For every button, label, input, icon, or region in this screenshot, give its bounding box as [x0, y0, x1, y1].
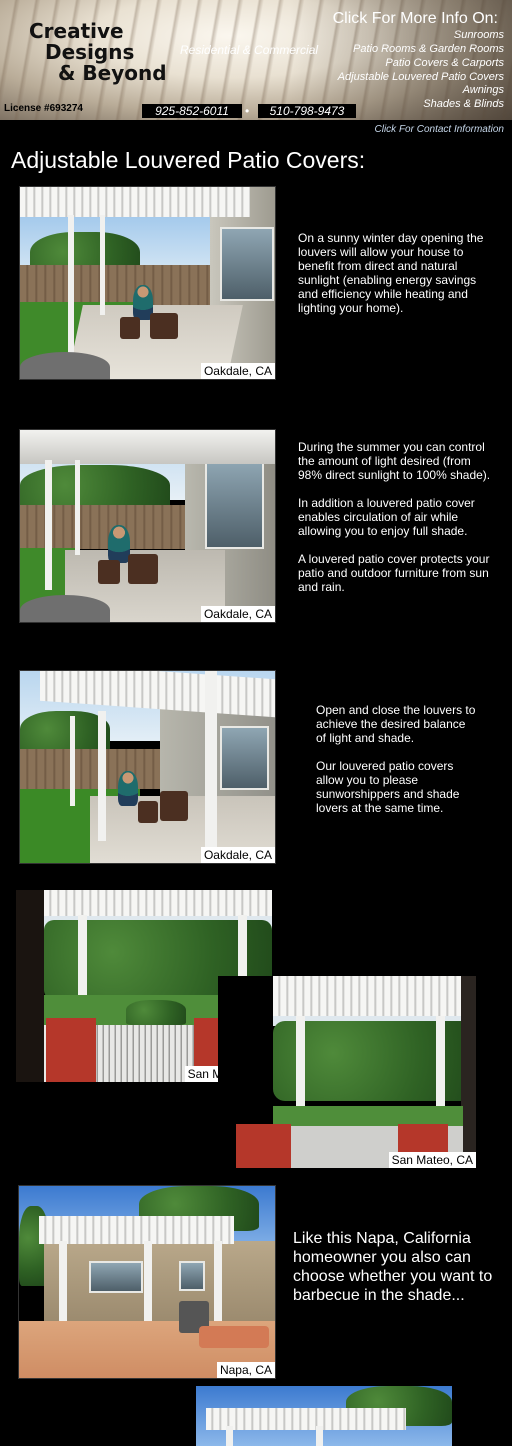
patio-photo-7 — [196, 1386, 452, 1446]
photo-caption: San Mateo, CA — [388, 1152, 476, 1168]
link-patio-covers[interactable]: Patio Covers & Carports — [385, 57, 504, 69]
photo-caption: Oakdale, CA — [200, 847, 275, 863]
patio-photo-1: Oakdale, CA — [19, 186, 276, 380]
section-3-paragraph-1: Open and close the louvers to achieve th… — [316, 703, 476, 745]
photo-caption: Napa, CA — [216, 1362, 275, 1378]
logo-line-2[interactable]: Designs — [45, 42, 134, 62]
link-shades-blinds[interactable]: Shades & Blinds — [423, 98, 504, 110]
patio-photo-3: Oakdale, CA — [19, 670, 276, 864]
tagline: Residential & Commercial — [180, 43, 319, 57]
phone-number-2[interactable]: 510-798-9473 — [258, 104, 356, 118]
section-1-text: On a sunny winter day opening the louver… — [298, 231, 490, 329]
logo-line-1[interactable]: Creative — [29, 21, 124, 41]
phone-number-1[interactable]: 925-852-6011 — [142, 104, 242, 118]
patio-photo-6: Napa, CA — [18, 1185, 276, 1379]
page-title: Adjustable Louvered Patio Covers: — [11, 147, 366, 173]
patio-photo-2: Oakdale, CA — [19, 429, 276, 623]
section-2-paragraph-2: In addition a louvered patio cover enabl… — [298, 496, 475, 538]
link-sunrooms[interactable]: Sunrooms — [454, 29, 504, 41]
contact-info-link[interactable]: Click For Contact Information — [375, 124, 505, 135]
section-2-text: During the summer you can control the am… — [298, 440, 494, 608]
license-number: License #693274 — [4, 103, 83, 114]
photo-caption: Oakdale, CA — [200, 363, 275, 379]
section-2-paragraph-1: During the summer you can control the am… — [298, 440, 491, 482]
link-awnings[interactable]: Awnings — [463, 84, 504, 96]
logo-line-3[interactable]: & Beyond — [58, 63, 167, 83]
section-6-text: Like this Napa, California homeowner you… — [293, 1230, 493, 1304]
section-1-paragraph-1: On a sunny winter day opening the louver… — [298, 231, 484, 315]
section-3-text: Open and close the louvers to achieve th… — [316, 703, 476, 829]
section-2-paragraph-3: A louvered patio cover protects your pat… — [298, 552, 490, 594]
header-banner: Creative Designs & Beyond License #69327… — [0, 0, 512, 120]
link-patio-rooms[interactable]: Patio Rooms & Garden Rooms — [353, 43, 504, 55]
section-3-paragraph-2: Our louvered patio covers allow you to p… — [316, 759, 460, 815]
phone-separator: • — [245, 104, 250, 118]
link-louvered-covers[interactable]: Adjustable Louvered Patio Covers — [338, 71, 504, 83]
more-info-heading: Click For More Info On: — [332, 10, 498, 27]
patio-photo-5: San Mateo, CA — [218, 976, 476, 1168]
photo-caption: Oakdale, CA — [200, 606, 275, 622]
